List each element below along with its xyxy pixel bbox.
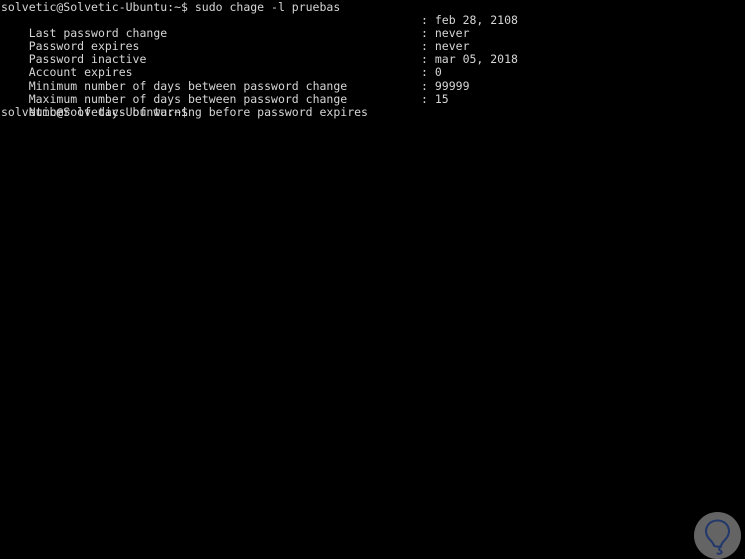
output-separator: : — [421, 65, 428, 80]
output-value-text: 15 — [434, 91, 449, 106]
output-separator: : — [421, 91, 428, 106]
terminal-command-line: solvetic@Solvetic-Ubuntu:~$ sudo chage -… — [1, 0, 745, 14]
output-value-text: never — [434, 39, 470, 54]
output-row: Last password change : feb 28, 2108 — [1, 13, 745, 40]
output-value-text: mar 05, 2018 — [434, 52, 518, 67]
output-value: : 15 — [421, 91, 449, 106]
output-value-text: never — [434, 26, 470, 41]
output-separator: : — [421, 39, 428, 54]
output-label: Number of days of warning before passwor… — [28, 104, 368, 119]
command-line-text: solvetic@Solvetic-Ubuntu:~$ sudo chage -… — [1, 0, 341, 14]
output-row: Account expires : mar 05, 2018 — [1, 52, 745, 79]
output-value-text: 0 — [434, 65, 442, 80]
output-row: Password inactive : never — [1, 39, 745, 66]
output-separator: : — [421, 78, 428, 93]
output-separator: : — [421, 26, 428, 41]
output-row: Number of days of warning before passwor… — [1, 91, 745, 118]
output-row: Minimum number of days between password … — [1, 65, 745, 92]
output-row: Maximum number of days between password … — [1, 78, 745, 105]
output-value-text: 99999 — [434, 78, 470, 93]
output-row: Password expires : never — [1, 26, 745, 53]
terminal-window[interactable]: solvetic@Solvetic-Ubuntu:~$ sudo chage -… — [0, 0, 745, 559]
output-value-text: feb 28, 2108 — [434, 13, 518, 28]
output-separator: : — [421, 52, 428, 67]
output-separator: : — [421, 13, 428, 28]
